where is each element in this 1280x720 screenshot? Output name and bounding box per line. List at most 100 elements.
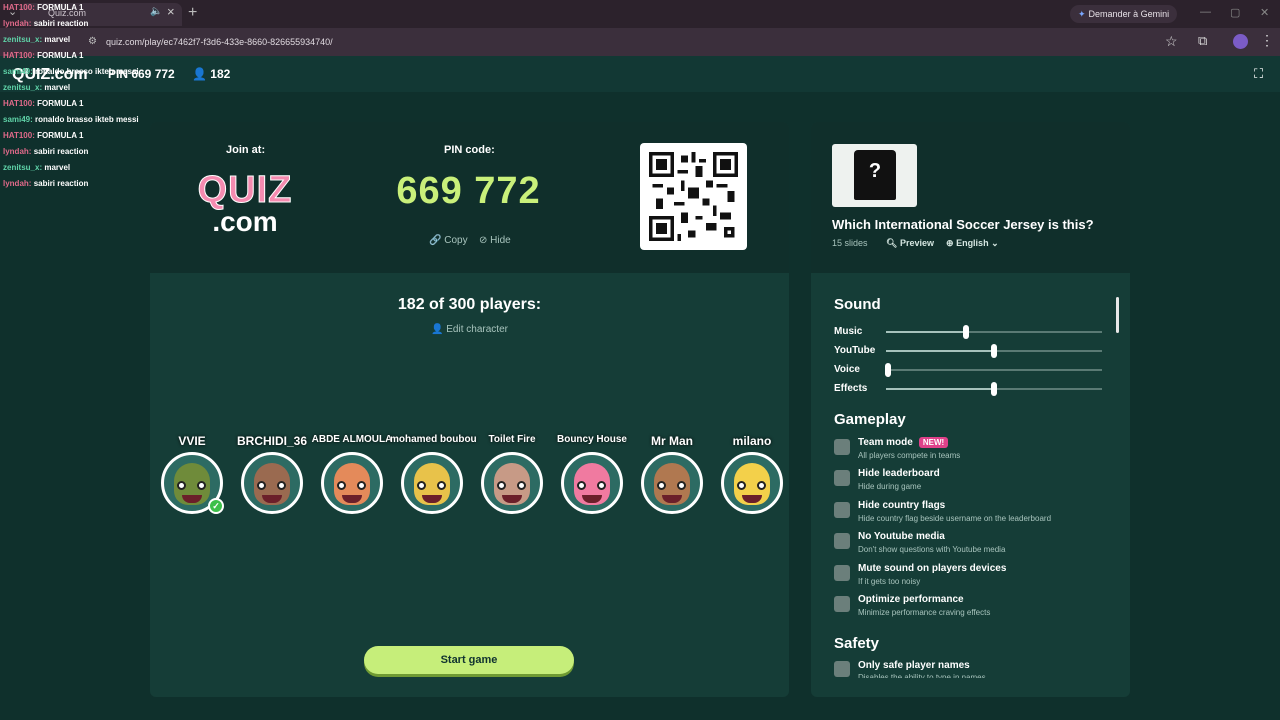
language-select[interactable]: ⊕ English ⌄ [946,238,999,249]
player-name: VVIE [178,434,206,448]
avatar-mouth [582,495,602,503]
avatar-eye [417,481,426,490]
avatar-face [254,463,290,505]
player-avatar[interactable]: Bouncy House [557,434,627,514]
volume-slider[interactable] [886,382,1102,396]
slider-knob[interactable] [885,363,892,377]
option-title-text: Hide leaderboard [858,468,940,480]
gameplay-section-title: Gameplay [834,411,906,428]
player-avatar[interactable]: mohamed boubou [390,434,477,514]
option-checkbox[interactable] [834,564,850,581]
option-subtitle: If it gets too noisy [858,576,921,586]
slider-label: Effects [834,383,868,394]
option-checkbox[interactable] [834,596,850,612]
avatar-face [654,463,690,505]
quiz-com-logo: QUIZ .com [190,170,300,242]
maximize-icon[interactable]: ▢ [1230,6,1240,19]
slider-knob[interactable] [991,344,997,358]
start-game-button[interactable]: Start game [364,646,574,674]
qr-code-image [649,152,738,241]
option-checkbox[interactable] [834,533,850,550]
settings-scrollbar[interactable] [1116,297,1119,333]
option-subtitle: Minimize performance craving effects [858,608,991,617]
close-icon[interactable]: × [167,4,175,19]
avatar-eye [737,481,746,490]
avatar-eye [577,481,586,490]
chat-username: lyndah: [3,179,32,188]
chat-line: lyndah: sabiri reaction [3,179,88,188]
player-avatar[interactable]: Toilet Fire [478,434,546,514]
slider-knob[interactable] [991,382,997,396]
edit-character-label: Edit character [446,324,508,335]
preview-button[interactable]: 🔍︎ Preview [886,238,934,249]
chat-line: HAT100: FORMULA 1 [3,51,83,60]
avatar-face [734,463,770,505]
quiz-title: Which International Soccer Jersey is thi… [832,217,1094,232]
qr-code[interactable] [640,143,747,250]
chat-username: lyndah: [3,147,32,156]
chat-line: zenitsu_x: marvel [3,35,70,44]
players-count-title: 182 of 300 players: [397,296,542,313]
window-close-icon[interactable]: ✕ [1260,6,1269,19]
player-name: BRCHIDI_36 [236,434,308,448]
safe-names-checkbox[interactable] [834,661,850,677]
player-avatar[interactable]: ABDE ALMOULA [312,434,392,514]
chat-line: zenitsu_x: marvel [3,83,70,92]
player-avatar[interactable]: Mr Man [638,434,706,514]
player-avatar[interactable]: BRCHIDI_36 [237,434,307,514]
avatar-face [574,463,610,505]
option-checkbox[interactable] [834,470,850,487]
hide-button[interactable]: ⊘ Hide [479,235,511,246]
volume-slider[interactable] [885,363,1102,377]
mute-icon[interactable]: 🔈 [150,6,162,17]
extension-icon[interactable]: ⧉ [1198,33,1207,49]
site-info-icon[interactable]: ⚙ [88,36,97,47]
slider-knob[interactable] [962,325,969,339]
link-icon: 🔗 [429,235,442,246]
player-name: ABDE ALMOULA [311,434,393,445]
volume-slider[interactable] [886,325,1102,339]
option-title: Mute sound on players devices [858,563,1006,574]
copy-button[interactable]: 🔗 Copy [429,235,468,246]
avatar-circle [721,452,783,514]
edit-character-button[interactable]: 👤 Edit character [150,324,789,335]
chat-username: HAT100: [3,99,35,108]
user-icon: 👤 [431,324,444,335]
quiz-header: ? Which International Soccer Jersey is t… [811,122,1130,273]
chat-message: sabiri reaction [33,179,89,188]
avatar-eye [757,481,766,490]
preview-label: Preview [899,238,934,248]
avatar-eye [497,481,506,490]
gemini-button[interactable]: ✦ Demander à Gemini [1070,5,1178,23]
option-checkbox[interactable] [834,501,850,518]
avatar-circle [241,452,303,514]
avatar-face [494,463,530,505]
url-field[interactable]: quiz.com/play/ec7462f7-f3d6-433e-8660-82… [106,37,333,47]
lobby-panel: Join at: QUIZ .com PIN code: 669 772 🔗 C… [150,122,789,697]
avatar-circle [401,452,463,514]
slide-count: 15 slides [832,238,868,248]
chat-line: sami49: ronaldo brasso ikteb messi [3,67,139,76]
option-title: No Youtube media [858,531,945,542]
safety-section-title: Safety [834,635,880,652]
avatar-mouth [422,495,442,503]
option-checkbox[interactable] [834,439,850,455]
language-label: English [956,238,989,248]
star-icon[interactable]: ☆ [1165,33,1178,50]
option-title: Optimize performance [858,594,964,605]
avatar-mouth [342,495,362,503]
player-avatar[interactable]: VVIE ✓ [158,434,226,514]
volume-slider[interactable] [886,344,1102,358]
avatar-eye [517,481,526,490]
browser-tab-bar: ⌄ Quiz.com 🔈 × + ✦ Demander à Gemini — ▢ … [0,0,1280,28]
profile-icon[interactable] [1233,34,1248,49]
avatar-face [174,463,210,505]
plus-icon[interactable]: + [188,4,197,22]
player-avatar[interactable]: milano [718,434,786,514]
chat-line: sami49: ronaldo brasso ikteb messi [3,115,139,124]
menu-icon[interactable]: ⋮ [1260,32,1274,49]
minimize-icon[interactable]: — [1200,6,1211,18]
fullscreen-icon[interactable]: ⛶ [1254,66,1263,82]
avatar-mouth [182,495,202,503]
address-bar: ⚙ quiz.com/play/ec7462f7-f3d6-433e-8660-… [0,28,1280,56]
